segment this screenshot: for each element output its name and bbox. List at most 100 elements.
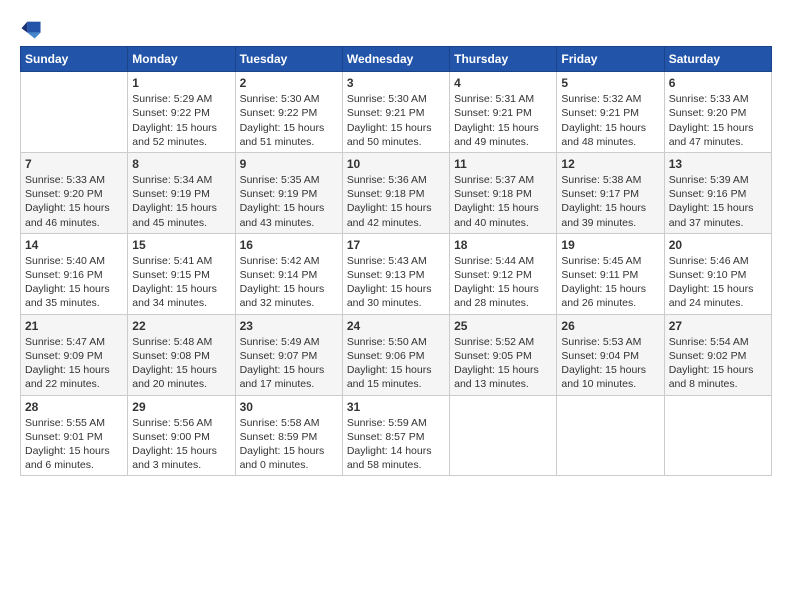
calendar-cell: 2Sunrise: 5:30 AMSunset: 9:22 PMDaylight… [235,72,342,153]
day-number: 9 [240,156,338,172]
cell-line: Sunset: 9:00 PM [132,430,230,444]
cell-line: Sunset: 8:59 PM [240,430,338,444]
cell-line: and 42 minutes. [347,216,445,230]
cell-line: Sunrise: 5:45 AM [561,254,659,268]
cell-line: Sunset: 9:18 PM [347,187,445,201]
header-cell-friday: Friday [557,47,664,72]
calendar-cell: 11Sunrise: 5:37 AMSunset: 9:18 PMDayligh… [450,152,557,233]
cell-line: Sunrise: 5:41 AM [132,254,230,268]
cell-line: Sunset: 9:19 PM [240,187,338,201]
cell-line: Sunrise: 5:31 AM [454,92,552,106]
calendar-cell [21,72,128,153]
cell-line: Sunset: 9:10 PM [669,268,767,282]
cell-line: and 3 minutes. [132,458,230,472]
cell-line: Sunrise: 5:59 AM [347,416,445,430]
calendar-cell: 25Sunrise: 5:52 AMSunset: 9:05 PMDayligh… [450,314,557,395]
day-number: 10 [347,156,445,172]
cell-line: and 51 minutes. [240,135,338,149]
day-number: 31 [347,399,445,415]
cell-line: Daylight: 15 hours [347,121,445,135]
day-number: 18 [454,237,552,253]
calendar-cell: 23Sunrise: 5:49 AMSunset: 9:07 PMDayligh… [235,314,342,395]
cell-line: Sunset: 9:01 PM [25,430,123,444]
calendar-cell [450,395,557,476]
header-row: SundayMondayTuesdayWednesdayThursdayFrid… [21,47,772,72]
calendar-cell: 28Sunrise: 5:55 AMSunset: 9:01 PMDayligh… [21,395,128,476]
cell-line: Sunset: 9:15 PM [132,268,230,282]
day-number: 29 [132,399,230,415]
cell-line: and 45 minutes. [132,216,230,230]
cell-line: and 40 minutes. [454,216,552,230]
cell-line: Sunrise: 5:43 AM [347,254,445,268]
header [20,18,772,40]
cell-line: Daylight: 15 hours [132,363,230,377]
day-number: 21 [25,318,123,334]
day-number: 23 [240,318,338,334]
day-number: 27 [669,318,767,334]
cell-line: Sunset: 9:08 PM [132,349,230,363]
cell-line: Daylight: 15 hours [454,121,552,135]
cell-line: Daylight: 15 hours [132,201,230,215]
cell-line: Sunset: 9:06 PM [347,349,445,363]
cell-line: Daylight: 15 hours [25,363,123,377]
cell-line: Daylight: 15 hours [132,121,230,135]
day-number: 13 [669,156,767,172]
cell-line: Daylight: 15 hours [669,363,767,377]
week-row-2: 7Sunrise: 5:33 AMSunset: 9:20 PMDaylight… [21,152,772,233]
calendar-cell: 26Sunrise: 5:53 AMSunset: 9:04 PMDayligh… [557,314,664,395]
day-number: 7 [25,156,123,172]
cell-line: Sunrise: 5:33 AM [25,173,123,187]
cell-line: Daylight: 15 hours [240,201,338,215]
calendar-cell: 16Sunrise: 5:42 AMSunset: 9:14 PMDayligh… [235,233,342,314]
day-number: 24 [347,318,445,334]
cell-line: Sunrise: 5:44 AM [454,254,552,268]
cell-line: Daylight: 15 hours [561,282,659,296]
header-cell-saturday: Saturday [664,47,771,72]
cell-line: Daylight: 15 hours [454,201,552,215]
cell-line: and 20 minutes. [132,377,230,391]
cell-line: Daylight: 15 hours [25,201,123,215]
cell-line: Daylight: 15 hours [454,282,552,296]
cell-line: Sunset: 9:17 PM [561,187,659,201]
header-cell-wednesday: Wednesday [342,47,449,72]
cell-line: and 34 minutes. [132,296,230,310]
calendar-cell: 21Sunrise: 5:47 AMSunset: 9:09 PMDayligh… [21,314,128,395]
calendar-cell: 7Sunrise: 5:33 AMSunset: 9:20 PMDaylight… [21,152,128,233]
cell-line: Sunset: 8:57 PM [347,430,445,444]
cell-line: Sunset: 9:16 PM [25,268,123,282]
day-number: 12 [561,156,659,172]
cell-line: Sunrise: 5:48 AM [132,335,230,349]
day-number: 16 [240,237,338,253]
cell-line: Sunrise: 5:30 AM [240,92,338,106]
cell-line: and 39 minutes. [561,216,659,230]
cell-line: and 0 minutes. [240,458,338,472]
calendar-cell: 27Sunrise: 5:54 AMSunset: 9:02 PMDayligh… [664,314,771,395]
cell-line: Daylight: 15 hours [132,282,230,296]
day-number: 17 [347,237,445,253]
cell-line: Sunrise: 5:53 AM [561,335,659,349]
cell-line: Sunset: 9:02 PM [669,349,767,363]
cell-line: and 30 minutes. [347,296,445,310]
calendar-cell [664,395,771,476]
cell-line: and 26 minutes. [561,296,659,310]
cell-line: Sunrise: 5:54 AM [669,335,767,349]
cell-line: and 32 minutes. [240,296,338,310]
day-number: 8 [132,156,230,172]
cell-line: Daylight: 15 hours [347,282,445,296]
cell-line: Sunset: 9:04 PM [561,349,659,363]
cell-line: Sunrise: 5:58 AM [240,416,338,430]
cell-line: Sunrise: 5:34 AM [132,173,230,187]
header-cell-sunday: Sunday [21,47,128,72]
cell-line: and 35 minutes. [25,296,123,310]
cell-line: Daylight: 15 hours [240,121,338,135]
cell-line: Daylight: 15 hours [347,363,445,377]
week-row-3: 14Sunrise: 5:40 AMSunset: 9:16 PMDayligh… [21,233,772,314]
day-number: 15 [132,237,230,253]
cell-line: and 10 minutes. [561,377,659,391]
cell-line: Sunrise: 5:56 AM [132,416,230,430]
calendar-cell: 13Sunrise: 5:39 AMSunset: 9:16 PMDayligh… [664,152,771,233]
cell-line: Daylight: 14 hours [347,444,445,458]
day-number: 20 [669,237,767,253]
calendar-cell: 30Sunrise: 5:58 AMSunset: 8:59 PMDayligh… [235,395,342,476]
cell-line: and 28 minutes. [454,296,552,310]
